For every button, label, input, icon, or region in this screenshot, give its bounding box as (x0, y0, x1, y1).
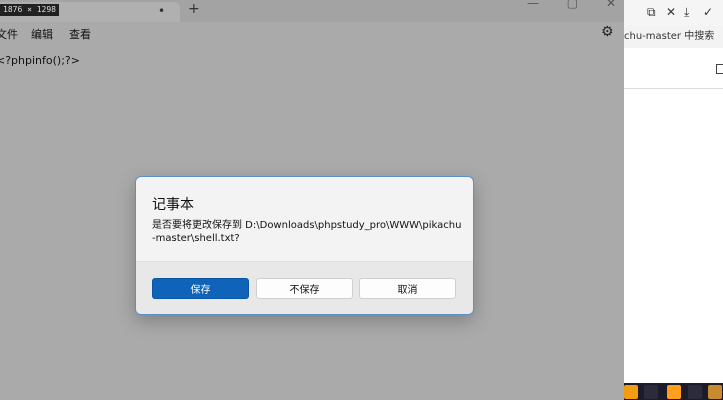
browser-toolbar: ⧉ ✕ ⤓ ✓ (624, 0, 723, 26)
save-button[interactable]: 保存 (152, 278, 249, 299)
close-window-button[interactable]: ✕ (606, 0, 616, 10)
dont-save-button[interactable]: 不保存 (256, 278, 353, 299)
settings-gear-icon[interactable]: ⚙ (601, 24, 614, 40)
open-external-icon[interactable]: ⧉ (647, 5, 656, 20)
maximize-button[interactable]: ▢ (567, 0, 578, 10)
screen-size-badge: 1876 × 1298 (0, 4, 59, 16)
taskbar-app-icon[interactable] (624, 385, 638, 399)
window-controls: — ▢ ✕ (503, 0, 616, 10)
new-tab-button[interactable]: + (188, 1, 200, 17)
check-icon[interactable]: ✓ (703, 5, 713, 19)
taskbar-app-icon[interactable] (644, 385, 658, 399)
menu-bar: 文件 编辑 查看 ⚙ (0, 22, 624, 44)
dialog-footer: 保存 不保存 取消 (136, 261, 473, 314)
minimize-button[interactable]: — (527, 0, 539, 10)
taskbar-app-icon[interactable] (667, 385, 681, 399)
taskbar-app-icon[interactable] (688, 385, 702, 399)
tab-close-dot-icon[interactable]: • (158, 4, 165, 18)
menu-edit[interactable]: 编辑 (31, 26, 53, 42)
checkbox-edge[interactable] (716, 64, 723, 74)
dialog-title: 记事本 (152, 197, 194, 213)
editor-content: <?phpinfo();?> (0, 54, 80, 67)
browser-panel: ⧉ ✕ ⤓ ✓ chu-master 中搜索 (624, 0, 723, 400)
tab-bar: • 1876 × 1298 + — ▢ ✕ (0, 0, 624, 22)
divider (624, 88, 723, 89)
taskbar (624, 383, 723, 400)
cancel-button[interactable]: 取消 (359, 278, 456, 299)
menu-view[interactable]: 查看 (69, 26, 91, 42)
close-icon[interactable]: ✕ (666, 5, 676, 19)
save-changes-dialog: 记事本 是否要将更改保存到 D:\Downloads\phpstudy_pro\… (135, 176, 474, 315)
search-hint[interactable]: chu-master 中搜索 (624, 26, 723, 48)
dialog-message: 是否要将更改保存到 D:\Downloads\phpstudy_pro\WWW\… (152, 220, 462, 244)
download-icon[interactable]: ⤓ (684, 5, 689, 20)
taskbar-app-icon[interactable] (708, 385, 722, 399)
menu-file[interactable]: 文件 (0, 26, 18, 42)
